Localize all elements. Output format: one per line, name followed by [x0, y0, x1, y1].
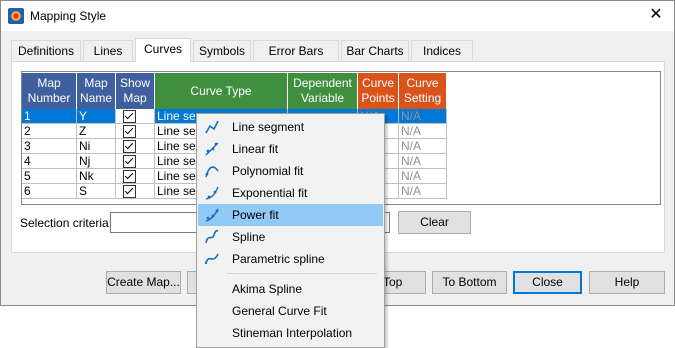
grid-cell-show[interactable] — [116, 139, 155, 154]
line-segment-icon — [204, 119, 220, 135]
grid-cell-setting[interactable]: N/A — [399, 124, 447, 139]
grid-cell-setting[interactable]: N/A — [399, 109, 447, 124]
grid-cell-show[interactable] — [116, 109, 155, 124]
column-header[interactable]: Curve Points — [358, 73, 399, 109]
show-map-checkbox[interactable] — [123, 155, 136, 168]
column-header-label: Map Name — [79, 76, 112, 105]
column-header-label: Map Number — [27, 76, 71, 105]
exponential-fit-icon — [204, 185, 220, 201]
menu-item-label: Stineman Interpolation — [232, 326, 353, 340]
grid-cell-setting[interactable]: N/A — [399, 154, 447, 169]
show-map-checkbox[interactable] — [123, 125, 136, 138]
menu-item-exponential-fit[interactable]: Exponential fit — [198, 182, 383, 204]
menu-item-linear-fit[interactable]: Linear fit — [198, 138, 383, 160]
column-header-label: Curve Setting — [403, 76, 442, 105]
to-top-button[interactable]: Top — [383, 271, 426, 294]
column-header[interactable]: Map Name — [77, 73, 116, 109]
tab-lines[interactable]: Lines — [83, 40, 133, 61]
grid-cell-num[interactable]: 4 — [22, 154, 77, 169]
window-title: Mapping Style — [30, 9, 107, 23]
menu-item-line-segment[interactable]: Line segment — [198, 116, 383, 138]
grid-cell-show[interactable] — [116, 124, 155, 139]
column-header[interactable]: Show Map — [116, 73, 155, 109]
grid-cell-show[interactable] — [116, 169, 155, 184]
menu-item-label: Exponential fit — [232, 186, 308, 200]
grid-cell-num[interactable]: 5 — [22, 169, 77, 184]
column-header-label: Curve Type — [190, 83, 252, 98]
grid-cell-num[interactable]: 6 — [22, 184, 77, 199]
show-map-checkbox[interactable] — [123, 170, 136, 183]
linear-fit-icon — [204, 141, 220, 157]
tab-symbols[interactable]: Symbols — [193, 40, 251, 61]
grid-cell-name[interactable]: Z — [77, 124, 116, 139]
grid-cell-show[interactable] — [116, 154, 155, 169]
column-header[interactable]: Dependent Variable — [288, 73, 358, 109]
menu-item-spline[interactable]: Spline — [198, 226, 383, 248]
grid-cell-show[interactable] — [116, 184, 155, 199]
app-logo-icon — [8, 8, 24, 24]
show-map-checkbox[interactable] — [123, 110, 136, 123]
show-map-checkbox[interactable] — [123, 185, 136, 198]
close-button[interactable]: Close — [513, 271, 582, 294]
selection-criteria-input[interactable] — [110, 212, 200, 233]
to-bottom-button[interactable]: To Bottom — [432, 271, 507, 294]
column-header[interactable]: Map Number — [22, 73, 77, 109]
grid-cell-setting[interactable]: N/A — [399, 169, 447, 184]
grid-cell-name[interactable]: Ni — [77, 139, 116, 154]
column-header[interactable]: Curve Type — [155, 73, 288, 109]
column-header-label: Curve Points — [361, 76, 395, 105]
menu-item-label: Linear fit — [232, 142, 279, 156]
tab-error-bars[interactable]: Error Bars — [253, 40, 339, 61]
show-map-checkbox[interactable] — [123, 140, 136, 153]
menu-item-polynomial-fit[interactable]: Polynomial fit — [198, 160, 383, 182]
menu-item-label: Spline — [232, 230, 266, 244]
menu-item-akima-spline[interactable]: Akima Spline — [198, 278, 383, 300]
create-map-button[interactable]: Create Map... — [106, 271, 181, 294]
grid-cell-name[interactable]: Nk — [77, 169, 116, 184]
menu-item-parametric-spline[interactable]: Parametric spline — [198, 248, 383, 270]
menu-item-stineman-interpolation[interactable]: Stineman Interpolation — [198, 322, 383, 344]
grid-cell-setting[interactable]: N/A — [399, 184, 447, 199]
menu-item-label: Akima Spline — [232, 282, 303, 296]
grid-cell-num[interactable]: 1 — [22, 109, 77, 124]
selection-criteria-label: Selection criteria: — [20, 216, 113, 230]
grid-cell-setting[interactable]: N/A — [399, 139, 447, 154]
spline-icon — [204, 229, 220, 245]
menu-item-label: General Curve Fit — [232, 304, 327, 318]
curve-type-dropdown: Line segment Linear fit Polynomial fit Expo… — [196, 113, 385, 348]
menu-item-label: Power fit — [232, 208, 279, 222]
power-fit-icon — [204, 207, 220, 223]
grid-cell-name[interactable]: S — [77, 184, 116, 199]
tab-definitions[interactable]: Definitions — [11, 40, 81, 61]
grid-cell-name[interactable]: Nj — [77, 154, 116, 169]
menu-item-label: Line segment — [232, 120, 305, 134]
menu-separator — [227, 273, 377, 274]
tab-bar-charts[interactable]: Bar Charts — [341, 40, 409, 61]
tab-curves[interactable]: Curves — [135, 38, 191, 62]
polynomial-fit-icon — [204, 163, 220, 179]
column-header-label: Dependent Variable — [293, 76, 352, 105]
title-bar: Mapping Style ✕ — [1, 1, 674, 31]
menu-item-general-curve-fit[interactable]: General Curve Fit — [198, 300, 383, 322]
tab-indices[interactable]: Indices — [411, 40, 473, 61]
grid-cell-name[interactable]: Y — [77, 109, 116, 124]
menu-item-label: Polynomial fit — [232, 164, 304, 178]
column-header-label: Show Map — [119, 76, 151, 105]
close-icon[interactable]: ✕ — [646, 5, 666, 25]
help-button[interactable]: Help — [589, 271, 665, 294]
column-header[interactable]: Curve Setting — [399, 73, 447, 109]
menu-item-power-fit[interactable]: Power fit — [198, 204, 383, 226]
grid-cell-num[interactable]: 3 — [22, 139, 77, 154]
clear-button[interactable]: Clear — [398, 211, 471, 234]
menu-item-label: Parametric spline — [232, 252, 325, 266]
grid-cell-num[interactable]: 2 — [22, 124, 77, 139]
parametric-spline-icon — [204, 251, 220, 267]
